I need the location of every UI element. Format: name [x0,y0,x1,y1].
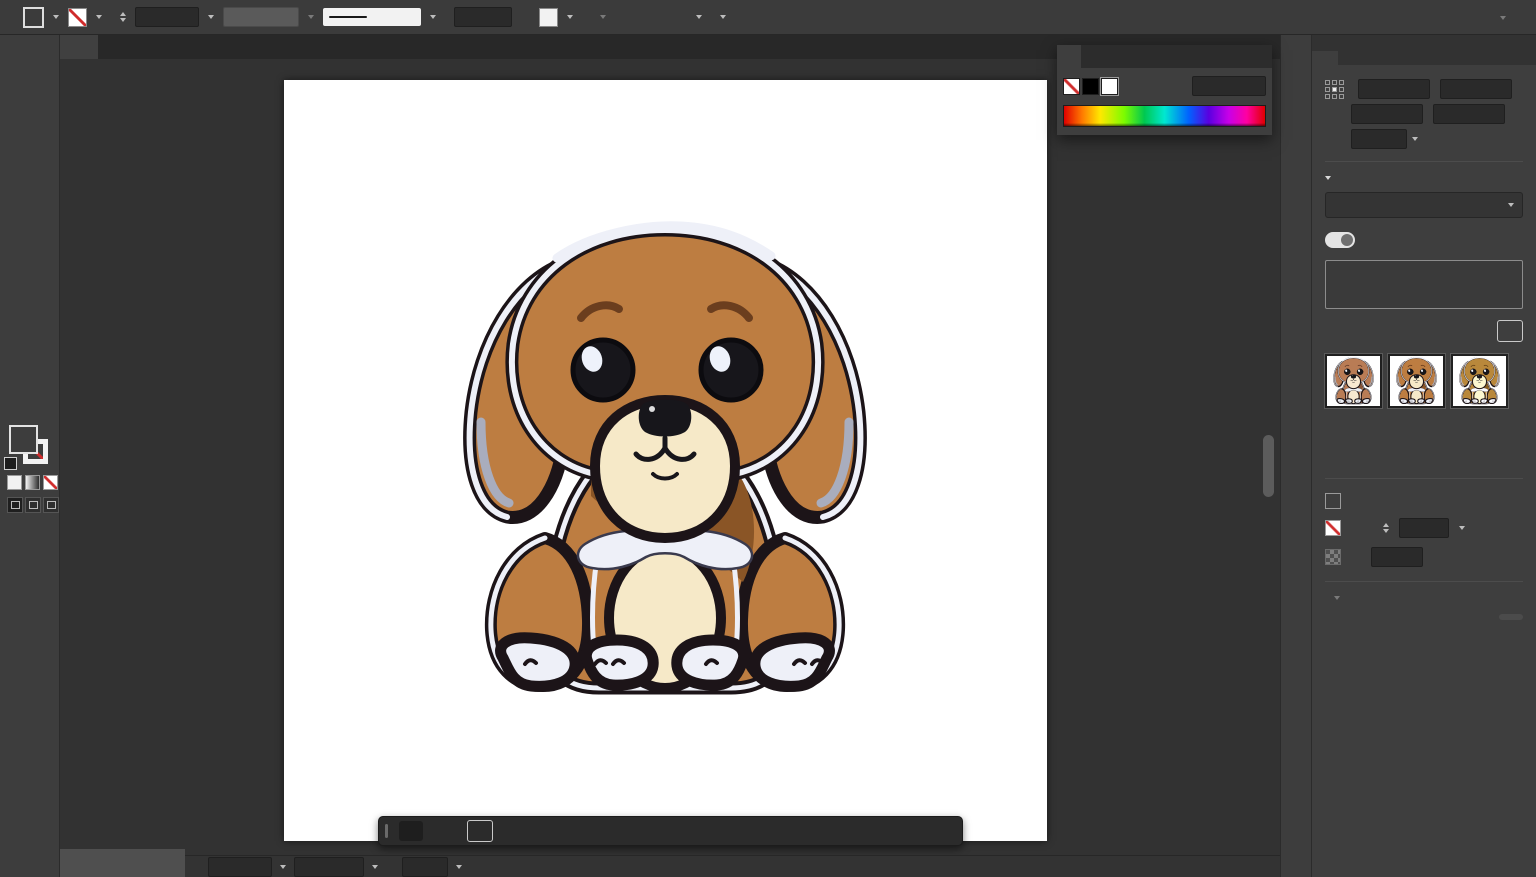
illustrator-app [0,0,1536,877]
match-artboard-style-toggle[interactable] [1325,232,1355,248]
toolbar [0,35,60,877]
stroke-weight-stepper[interactable] [120,12,126,22]
appearance-stroke-stepper[interactable] [1383,523,1389,533]
scrollbar-corner [60,849,185,877]
gradient-button[interactable] [25,475,40,490]
document-window [60,35,1280,877]
color-button[interactable] [7,475,22,490]
prompt-chip[interactable] [399,821,423,841]
reference-point-grid[interactable] [1325,80,1344,99]
artboard-chevron-icon[interactable] [456,865,462,869]
artboard-number-field[interactable] [402,857,448,877]
tab-color[interactable] [1057,45,1081,68]
color-panel-body [1057,68,1272,135]
color-panel [1057,45,1272,135]
properties-panel [1312,35,1536,877]
prompt-bar-drag-handle[interactable] [385,824,388,838]
h-field[interactable] [1433,104,1505,124]
recolor-chevron-icon[interactable] [720,15,726,19]
panel-icon-strip [1280,35,1312,877]
properties-panel-tabs [1312,35,1536,65]
black-swatch[interactable] [1082,78,1099,95]
appearance-fill-swatch[interactable] [1325,493,1341,509]
zoom-level-field[interactable] [208,857,272,877]
tab-libraries[interactable] [1338,51,1364,65]
arrange-documents-chevron-icon[interactable] [1500,16,1506,20]
control-bar [0,0,1536,35]
ttv-prompt-input[interactable] [1325,260,1523,309]
appearance-opacity-field[interactable] [1371,547,1423,567]
stroke-chevron-icon[interactable] [96,15,102,19]
variation-thumbnail-2[interactable] [1388,354,1445,408]
ttv-collapse-icon[interactable] [1325,176,1331,180]
ttv-generate-button[interactable] [1497,320,1523,342]
brush-stroke-preview [329,16,367,18]
variation-thumbnail-3[interactable] [1451,354,1508,408]
rotate-angle-chevron-icon[interactable] [1412,137,1418,141]
stroke-swatch[interactable] [68,8,87,27]
pasteboard[interactable] [60,59,1280,855]
expand-button [1499,614,1523,620]
canvas-vertical-scrollbar[interactable] [1263,435,1274,497]
puppy-artwork[interactable] [445,212,885,712]
fill-proxy[interactable] [9,425,38,454]
shape-options-chevron-icon[interactable] [600,15,606,19]
fill-chevron-icon[interactable] [53,15,59,19]
appearance-stroke-swatch[interactable] [1325,520,1341,536]
rotation-field[interactable] [294,857,364,877]
brush-chevron-icon[interactable] [430,15,436,19]
none-swatch[interactable] [1063,78,1080,95]
variable-width-field [223,7,299,27]
generative-prompt-bar [378,816,963,846]
status-bar [60,855,1280,877]
variable-width-chevron-icon [308,15,314,19]
color-spectrum-bar[interactable] [1063,105,1266,127]
stroke-weight-field[interactable] [135,7,199,27]
align-to-chevron-icon[interactable] [1334,596,1340,600]
rotation-chevron-icon[interactable] [372,865,378,869]
style-swatch[interactable] [539,8,558,27]
properties-menu-icon[interactable] [1520,59,1536,65]
hex-value-field[interactable] [1192,76,1266,96]
zoom-chevron-icon[interactable] [280,865,286,869]
color-panel-tabs [1057,45,1272,68]
white-swatch[interactable] [1101,78,1118,95]
appearance-stroke-field[interactable] [1399,518,1449,538]
appearance-opacity-icon [1325,549,1341,565]
isolate-chevron-icon[interactable] [696,15,702,19]
appearance-stroke-chevron-icon[interactable] [1459,526,1465,530]
document-tab[interactable] [60,35,98,59]
toolbar-collapse-icon[interactable] [0,35,59,39]
stroke-weight-chevron-icon[interactable] [208,15,214,19]
draw-inside-button[interactable] [43,497,59,513]
style-chevron-icon[interactable] [567,15,573,19]
variation-thumbnail-1[interactable] [1325,354,1382,408]
y-field[interactable] [1351,104,1423,124]
artboard[interactable] [284,80,1047,841]
rotate-angle-field[interactable] [1351,129,1407,149]
draw-normal-button[interactable] [7,497,23,513]
fill-swatch[interactable] [23,7,44,28]
none-button[interactable] [43,475,58,490]
ttv-type-dropdown[interactable] [1325,192,1523,218]
swap-fill-stroke-icon[interactable] [4,457,17,470]
opacity-field[interactable] [454,7,512,27]
brush-definition-dropdown[interactable] [323,8,421,26]
generate-button[interactable] [467,820,493,842]
w-field[interactable] [1440,79,1512,99]
draw-behind-button[interactable] [25,497,41,513]
x-field[interactable] [1358,79,1430,99]
tab-properties[interactable] [1312,51,1338,65]
